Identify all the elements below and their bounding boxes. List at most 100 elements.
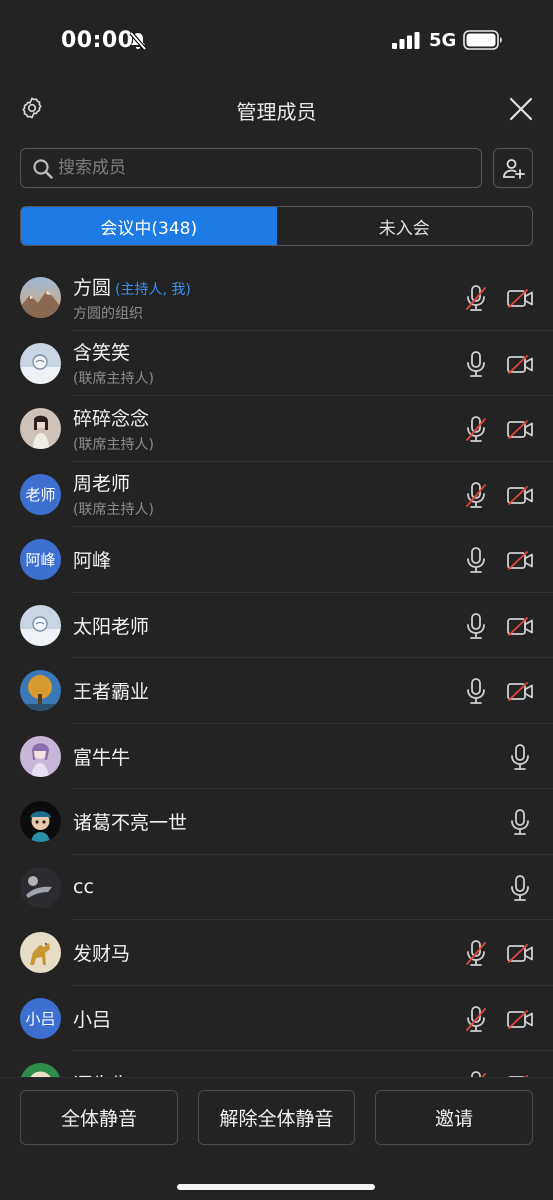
member-name: 含笑笑 [73, 342, 131, 364]
member-name: 阿峰 [73, 550, 112, 572]
member-name-block: 周老师 (联席主持人) [73, 462, 154, 527]
member-name-block: 含笑笑 (联席主持人) [73, 331, 154, 396]
member-row[interactable]: 含笑笑 (联席主持人) [0, 331, 553, 396]
member-row[interactable]: 小吕 小吕 [0, 986, 553, 1051]
member-subtitle: (联席主持人) [73, 436, 154, 453]
member-avatar [20, 1063, 61, 1077]
mic-muted-icon[interactable] [466, 481, 486, 512]
mic-icon[interactable] [466, 350, 486, 381]
member-row[interactable]: 谭先生 [0, 1051, 553, 1077]
mic-muted-icon[interactable] [466, 1005, 486, 1036]
member-avatar [20, 735, 61, 777]
member-row[interactable]: 富牛牛 [0, 724, 553, 789]
header: 管理成员 [0, 84, 553, 134]
add-user-icon [503, 159, 525, 179]
member-name-line: cc [73, 876, 94, 898]
signal-icon [392, 32, 420, 53]
mic-muted-icon[interactable] [466, 940, 486, 970]
mic-icon[interactable] [466, 678, 486, 708]
member-avatar [20, 408, 61, 449]
member-avatar [20, 342, 61, 384]
camera-off-icon[interactable] [507, 551, 534, 574]
bottom-action-bar: 全体静音 解除全体静音 邀请 [0, 1077, 553, 1200]
member-name-block: 富牛牛 [73, 724, 130, 789]
member-avatar: 老师 [20, 473, 61, 515]
member-name: 诸葛不亮一世 [73, 812, 188, 834]
member-name-block: 碎碎念念 (联席主持人) [73, 396, 154, 461]
member-avatar [20, 801, 61, 842]
camera-off-icon[interactable] [507, 420, 534, 443]
member-row[interactable]: 太阳老师 [0, 593, 553, 658]
member-row[interactable]: 诸葛不亮一世 [0, 789, 553, 855]
member-name-block: cc [73, 855, 94, 920]
mic-icon[interactable] [510, 809, 530, 839]
member-row[interactable]: 发财马 [0, 920, 553, 986]
network-label: 5G [429, 30, 457, 51]
member-name-line: 发财马 [73, 939, 130, 966]
camera-off-icon[interactable] [507, 485, 534, 509]
home-indicator[interactable] [177, 1184, 375, 1190]
member-list[interactable]: 方圆 (主持人, 我) 方圆的组织 含笑笑 (联席主持人) 碎碎念念 (联席主持人) 老师 周老… [0, 265, 553, 1077]
member-avatar: 阿峰 [20, 539, 61, 580]
tab-not-joined[interactable]: 未入会 [277, 207, 533, 245]
page-title: 管理成员 [236, 100, 317, 124]
member-name-line: 富牛牛 [73, 743, 130, 770]
invite-button[interactable]: 邀请 [375, 1090, 533, 1145]
member-row[interactable]: 阿峰 阿峰 [0, 527, 553, 593]
camera-off-icon[interactable] [507, 616, 534, 640]
camera-off-icon[interactable] [507, 1009, 534, 1033]
camera-off-icon[interactable] [507, 682, 534, 705]
member-name: 发财马 [73, 943, 131, 965]
member-name-line: 王者霸业 [73, 677, 149, 704]
mic-icon[interactable] [466, 547, 486, 577]
member-name-line: 谭先生 [73, 1070, 130, 1077]
member-avatar [20, 866, 61, 908]
member-name: 小吕 [73, 1008, 112, 1031]
search-input[interactable] [58, 149, 468, 187]
mic-muted-icon[interactable] [466, 285, 486, 315]
member-subtitle: 方圆的组织 [73, 305, 143, 322]
mic-icon[interactable] [466, 612, 486, 643]
member-role-tag: (主持人, 我) [115, 281, 191, 298]
member-row[interactable]: 碎碎念念 (联席主持人) [0, 396, 553, 462]
member-name-block: 阿峰 [73, 527, 111, 592]
add-member-button[interactable] [493, 148, 533, 188]
member-name-line: 含笑笑 [73, 338, 154, 365]
camera-off-icon[interactable] [507, 354, 534, 378]
member-name: 碎碎念念 [73, 407, 150, 430]
member-name-line: 诸葛不亮一世 [73, 808, 187, 835]
member-name: 方圆 [73, 276, 112, 299]
member-name: 太阳老师 [73, 615, 150, 638]
member-row[interactable]: cc [0, 855, 553, 920]
member-name-line: 太阳老师 [73, 612, 149, 639]
mic-muted-icon[interactable] [466, 416, 486, 446]
member-row[interactable]: 老师 周老师 (联席主持人) [0, 462, 553, 527]
status-bar: 00:00 5G [0, 0, 553, 84]
unmute-all-button[interactable]: 解除全体静音 [198, 1090, 355, 1145]
member-avatar [20, 670, 61, 711]
member-name: 富牛牛 [73, 746, 131, 769]
bell-muted-icon [128, 31, 148, 55]
close-icon[interactable] [509, 97, 533, 125]
member-name-line: 阿峰 [73, 546, 111, 573]
member-avatar [20, 932, 61, 973]
member-row[interactable]: 王者霸业 [0, 658, 553, 724]
tab-in-meeting[interactable]: 会议中(348) [21, 207, 277, 245]
mic-icon[interactable] [510, 743, 530, 774]
member-avatar: 小吕 [20, 997, 61, 1039]
mute-all-button[interactable]: 全体静音 [20, 1090, 178, 1145]
member-name-block: 谭先生 [73, 1051, 130, 1077]
mic-icon[interactable] [510, 874, 530, 905]
search-icon [32, 158, 54, 184]
camera-off-icon[interactable] [507, 289, 534, 312]
battery-icon [463, 30, 503, 54]
tab-bar: 会议中(348) 未入会 [20, 206, 533, 246]
member-name-block: 诸葛不亮一世 [73, 789, 187, 854]
member-name: cc [73, 876, 94, 898]
member-avatar [20, 277, 61, 318]
member-name-block: 太阳老师 [73, 593, 149, 658]
camera-off-icon[interactable] [507, 944, 534, 967]
member-name-block: 方圆 (主持人, 我) 方圆的组织 [73, 265, 191, 330]
member-name-block: 发财马 [73, 920, 130, 985]
member-row[interactable]: 方圆 (主持人, 我) 方圆的组织 [0, 265, 553, 331]
